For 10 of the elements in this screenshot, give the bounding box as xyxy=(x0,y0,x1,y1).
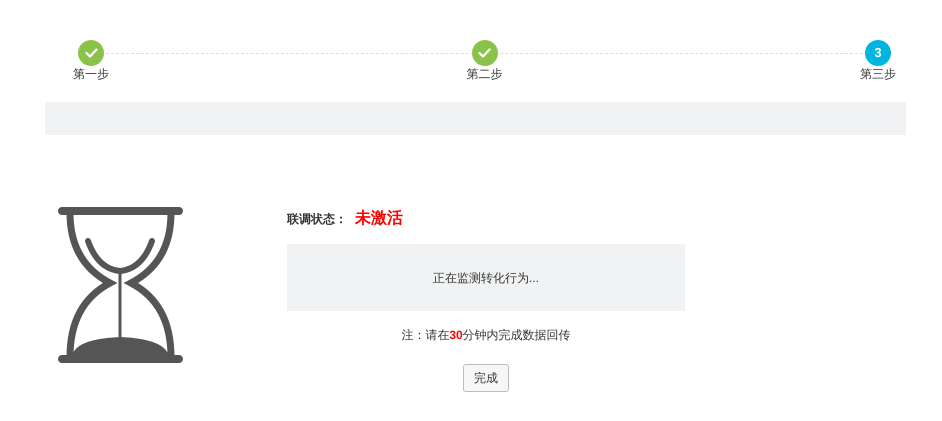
hourglass-icon xyxy=(58,207,183,363)
step-label: 第三步 xyxy=(860,67,896,81)
status-label: 联调状态： xyxy=(287,211,347,228)
note-text: 注：请在30分钟内完成数据回传 xyxy=(400,327,572,344)
status-value: 未激活 xyxy=(355,208,403,229)
step-label: 第二步 xyxy=(466,67,502,81)
finish-button[interactable]: 完成 xyxy=(463,364,509,392)
monitor-message: 正在监测转化行为... xyxy=(432,270,539,286)
step-label: 第一步 xyxy=(73,67,109,81)
step-number: 3 xyxy=(865,40,891,66)
